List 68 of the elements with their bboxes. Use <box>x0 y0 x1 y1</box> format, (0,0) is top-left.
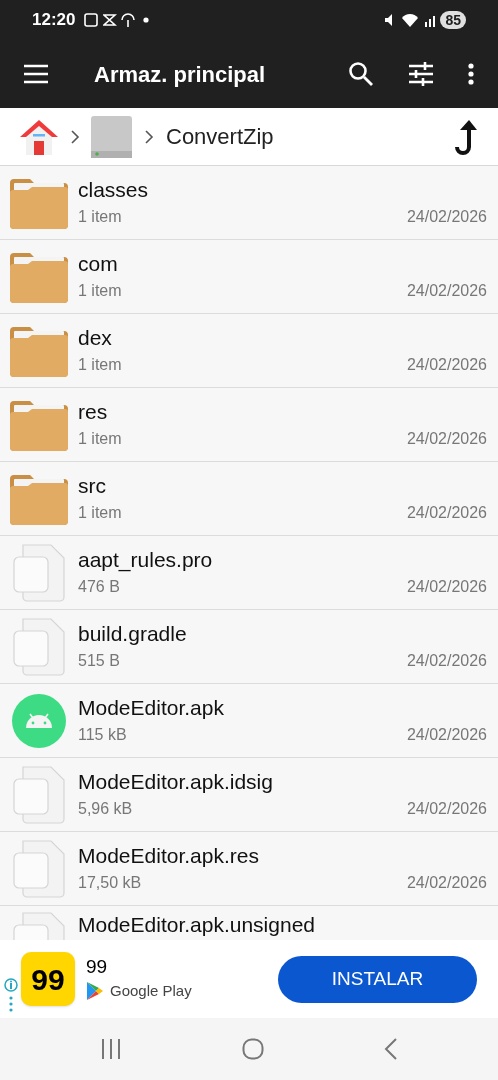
file-name: ModeEditor.apk <box>78 694 225 721</box>
file-date: 24/02/2026 <box>406 724 487 745</box>
file-size: 1 item <box>78 428 122 449</box>
more-icon[interactable] <box>468 63 474 85</box>
file-size: 1 item <box>78 354 122 375</box>
file-name: aapt_rules.pro <box>78 546 214 573</box>
ad-app-name: 99 <box>86 955 109 978</box>
file-name: com <box>78 250 119 277</box>
file-name: res <box>78 398 109 425</box>
sliders-icon[interactable] <box>408 62 434 86</box>
battery-level: 85 <box>440 11 466 29</box>
folder-icon <box>10 324 68 377</box>
file-date: 24/02/2026 <box>406 206 487 227</box>
file-size: 1 item <box>78 280 122 301</box>
file-name: src <box>78 472 107 499</box>
drive-icon[interactable] <box>91 115 132 158</box>
folder-icon <box>10 398 68 451</box>
file-icon <box>13 839 65 898</box>
breadcrumb-folder[interactable]: ConvertZip <box>166 120 274 153</box>
wifi-icon <box>401 12 420 28</box>
store-name: Google Play <box>110 980 192 1001</box>
file-date: 24/02/2026 <box>406 650 487 671</box>
app-title: Armaz. principal <box>94 60 266 89</box>
chevron-icon <box>70 128 80 145</box>
file-date: 24/02/2026 <box>406 354 487 375</box>
file-name: classes <box>78 176 150 203</box>
folder-icon <box>10 250 68 303</box>
file-date: 24/02/2026 <box>406 502 487 523</box>
dot-icon <box>143 17 150 23</box>
app-logo: 99 <box>21 952 75 1006</box>
file-size: 515 B <box>78 650 120 671</box>
play-store-icon <box>86 981 104 1001</box>
hourglass-icon <box>103 12 118 28</box>
file-name: ModeEditor.apk.idsig <box>78 768 274 795</box>
file-name: build.gradle <box>78 620 188 647</box>
chevron-icon <box>144 128 154 145</box>
file-date: 24/02/2026 <box>406 872 487 893</box>
file-size: 1 item <box>78 502 122 523</box>
screenshot-icon <box>83 12 100 28</box>
file-size: 476 B <box>78 576 120 597</box>
file-date: 24/02/2026 <box>406 428 487 449</box>
folder-icon <box>10 176 68 229</box>
file-size: 115 kB <box>78 724 127 745</box>
file-date: 24/02/2026 <box>406 798 487 819</box>
back-icon[interactable] <box>384 1038 398 1060</box>
recent-apps-icon[interactable] <box>100 1039 122 1059</box>
file-date: 24/02/2026 <box>406 280 487 301</box>
file-size: 1 item <box>78 206 122 227</box>
info-icon[interactable] <box>4 978 18 1014</box>
status-time: 12:20 <box>32 9 76 32</box>
install-button[interactable]: INSTALAR <box>278 955 477 1003</box>
search-icon[interactable] <box>348 61 374 87</box>
antenna-icon <box>121 12 136 28</box>
file-size: 5,96 kB <box>78 798 133 819</box>
file-size: 17,50 kB <box>78 872 142 893</box>
android-icon <box>12 693 66 748</box>
mute-icon <box>384 12 395 28</box>
menu-icon[interactable] <box>22 63 50 85</box>
folder-icon <box>10 472 68 525</box>
file-name: ModeEditor.apk.unsigned <box>78 912 316 938</box>
file-icon <box>13 617 65 676</box>
home-button-icon[interactable] <box>242 1038 264 1060</box>
file-icon <box>13 765 65 824</box>
file-icon <box>13 543 65 602</box>
up-arrow-icon[interactable] <box>455 118 477 155</box>
file-name: ModeEditor.apk.res <box>78 842 260 869</box>
file-date: 24/02/2026 <box>406 576 487 597</box>
file-name: dex <box>78 324 113 351</box>
